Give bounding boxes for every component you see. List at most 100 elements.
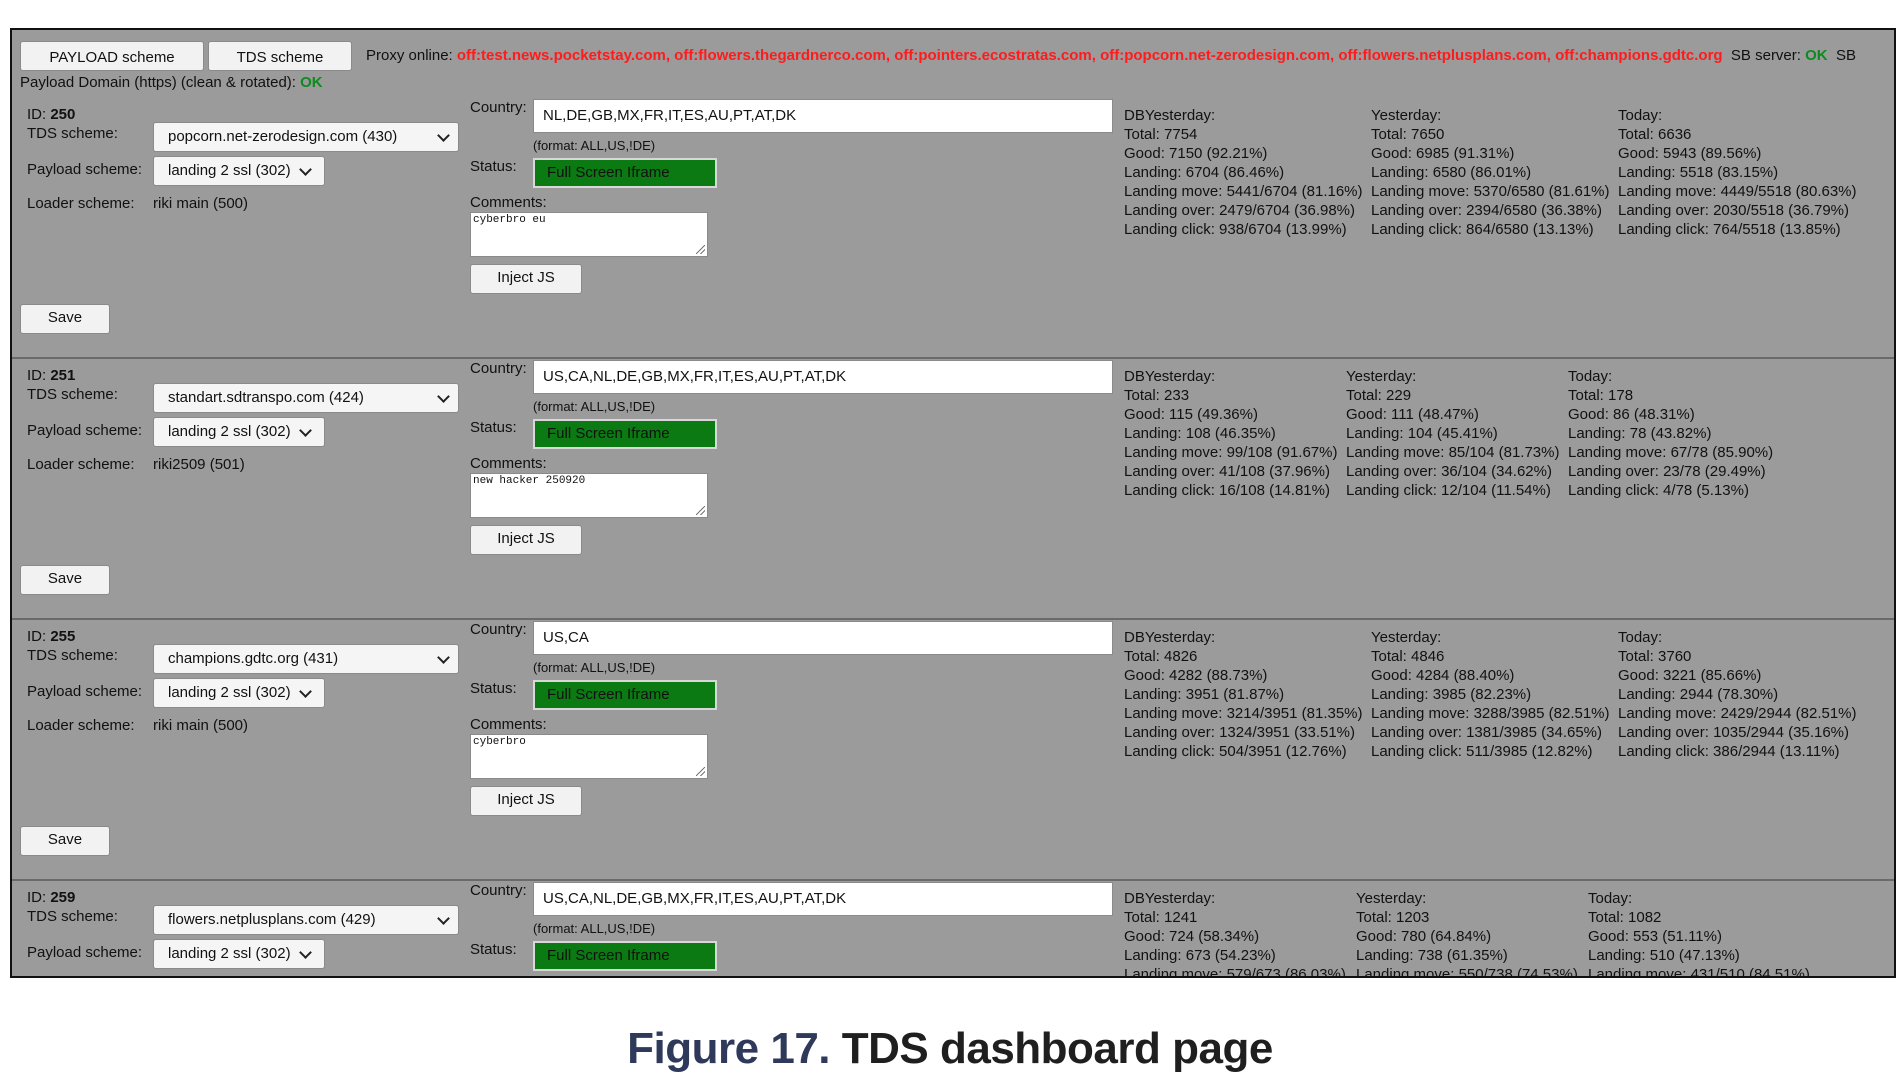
stats-dbyesterday: DBYesterday: Total: 1241 Good: 724 (58.34%… [1124, 889, 1346, 976]
payload-scheme-select[interactable]: landing 2 ssl (302) [153, 156, 325, 186]
stat-line: Good: 780 (64.84%) [1356, 928, 1492, 945]
stat-line: Landing: 6580 (86.01%) [1371, 164, 1532, 181]
stat-line: Landing click: 4/78 (5.13%) [1568, 482, 1749, 499]
stat-line: Total: 233 [1124, 387, 1190, 404]
stat-line: Landing over: 1381/3985 (34.65%) [1371, 724, 1603, 741]
stat-line: Yesterday: [1346, 368, 1417, 385]
stat-line: Landing: 3951 (81.87%) [1124, 686, 1285, 703]
country-label: Country: [470, 360, 527, 377]
id-label: ID: 259 [27, 889, 76, 906]
payload-scheme-label: Payload scheme: [27, 161, 143, 178]
tds-scheme-label: TDS scheme: [27, 647, 118, 664]
format-hint: (format: ALL,US,!DE) [533, 399, 656, 414]
inject-js-button[interactable]: Inject JS [470, 525, 582, 555]
status-label: Status: [470, 158, 517, 175]
format-hint: (format: ALL,US,!DE) [533, 138, 656, 153]
scheme-row: ID: 259 TDS scheme: flowers.netplusplans… [12, 881, 1894, 976]
stat-line: Yesterday: [1371, 107, 1442, 124]
comments-value: cyberbro eu [473, 214, 546, 226]
stat-line: DBYesterday: [1124, 890, 1216, 907]
inject-js-button[interactable]: Inject JS [470, 264, 582, 294]
loader-scheme-value: riki main (500) [153, 717, 249, 734]
payload-scheme-select[interactable]: landing 2 ssl (302) [153, 417, 325, 447]
country-input[interactable]: NL,DE,GB,MX,FR,IT,ES,AU,PT,AT,DK [533, 99, 1113, 133]
payload-scheme-select[interactable]: landing 2 ssl (302) [153, 939, 325, 969]
stat-line: Landing: 104 (45.41%) [1346, 425, 1498, 442]
save-button[interactable]: Save [20, 304, 110, 334]
country-input[interactable]: US,CA,NL,DE,GB,MX,FR,IT,ES,AU,PT,AT,DK [533, 882, 1113, 916]
resize-handle-icon[interactable] [696, 767, 705, 776]
stat-line: Good: 4282 (88.73%) [1124, 667, 1268, 684]
row-id: 255 [50, 628, 76, 645]
comments-textarea[interactable]: cyberbro [470, 734, 708, 779]
loader-scheme-value: riki2509 (501) [153, 456, 245, 473]
payload-scheme-value: landing 2 ssl (302) [168, 162, 291, 179]
stat-line: Good: 111 (48.47%) [1346, 406, 1479, 423]
status-select[interactable]: Full Screen Iframe [533, 158, 717, 188]
stat-line: Landing move: 99/108 (91.67%) [1124, 444, 1338, 461]
stat-line: Landing over: 2394/6580 (36.38%) [1371, 202, 1603, 219]
resize-handle-icon[interactable] [696, 506, 705, 515]
tds-scheme-select[interactable]: flowers.netplusplans.com (429) [153, 905, 459, 935]
save-button[interactable]: Save [20, 565, 110, 595]
id-label: ID: 255 [27, 628, 76, 645]
sb-server-label: SB server: [1730, 46, 1801, 64]
stats-yesterday: Yesterday: Total: 7650 Good: 6985 (91.31%)… [1371, 106, 1610, 239]
stat-line: DBYesterday: [1124, 107, 1216, 124]
payload-scheme-select[interactable]: landing 2 ssl (302) [153, 678, 325, 708]
status-label: Status: [470, 680, 517, 697]
top-bar: PAYLOAD scheme TDS scheme Proxy online: of… [12, 30, 1894, 98]
stat-line: Good: 86 (48.31%) [1568, 406, 1695, 423]
tds-scheme-value: champions.gdtc.org (431) [168, 650, 339, 667]
stat-line: Total: 4826 [1124, 648, 1198, 665]
stats-dbyesterday: DBYesterday: Total: 7754 Good: 7150 (92.21… [1124, 106, 1363, 239]
stat-line: Landing click: 386/2944 (13.11%) [1618, 743, 1840, 760]
tds-scheme-select[interactable]: champions.gdtc.org (431) [153, 644, 459, 674]
stat-line: Good: 4284 (88.40%) [1371, 667, 1515, 684]
country-input[interactable]: US,CA [533, 621, 1113, 655]
payload-scheme-button[interactable]: PAYLOAD scheme [20, 41, 204, 71]
payload-scheme-label: Payload scheme: [27, 422, 143, 439]
stats-today: Today: Total: 1082 Good: 553 (51.11%) Landi… [1588, 889, 1810, 976]
stat-line: Landing: 510 (47.13%) [1588, 947, 1740, 964]
inject-js-button[interactable]: Inject JS [470, 786, 582, 816]
resize-handle-icon[interactable] [696, 245, 705, 254]
tds-scheme-button[interactable]: TDS scheme [208, 41, 352, 71]
scheme-row: ID: 255 TDS scheme: champions.gdtc.org (… [12, 620, 1894, 881]
dashboard-frame: PAYLOAD scheme TDS scheme Proxy online: of… [10, 28, 1896, 978]
stat-line: Landing: 108 (46.35%) [1124, 425, 1276, 442]
stat-line: Total: 1203 [1356, 909, 1430, 926]
stat-line: Landing move: 4449/5518 (80.63%) [1618, 183, 1857, 200]
payload-scheme-value: landing 2 ssl (302) [168, 423, 291, 440]
stat-line: Landing move: 3214/3951 (81.35%) [1124, 705, 1363, 722]
row-id: 251 [50, 367, 76, 384]
stats-dbyesterday: DBYesterday: Total: 233 Good: 115 (49.36%)… [1124, 367, 1337, 500]
loader-scheme-label: Loader scheme: [27, 717, 135, 734]
tds-scheme-value: flowers.netplusplans.com (429) [168, 911, 376, 928]
stat-line: Landing: 673 (54.23%) [1124, 947, 1276, 964]
format-hint: (format: ALL,US,!DE) [533, 660, 656, 675]
country-input[interactable]: US,CA,NL,DE,GB,MX,FR,IT,ES,AU,PT,AT,DK [533, 360, 1113, 394]
stats-today: Today: Total: 6636 Good: 5943 (89.56%) Land… [1618, 106, 1857, 239]
sb-server-status: OK [1805, 46, 1828, 64]
tds-scheme-label: TDS scheme: [27, 125, 118, 142]
sb-payload-status: OK [300, 74, 323, 91]
figure-number: Figure 17. [627, 1024, 831, 1073]
status-select[interactable]: Full Screen Iframe [533, 419, 717, 449]
status-select[interactable]: Full Screen Iframe [533, 680, 717, 710]
tds-scheme-select[interactable]: popcorn.net-zerodesign.com (430) [153, 122, 459, 152]
stat-line: Landing: 6704 (86.46%) [1124, 164, 1285, 181]
stats-yesterday: Yesterday: Total: 1203 Good: 780 (64.84%) L… [1356, 889, 1578, 976]
stat-line: Landing over: 36/104 (34.62%) [1346, 463, 1552, 480]
save-button[interactable]: Save [20, 826, 110, 856]
figure-caption: Figure 17. TDS dashboard page [0, 1024, 1900, 1074]
tds-scheme-select[interactable]: standart.sdtranspo.com (424) [153, 383, 459, 413]
comments-textarea[interactable]: new hacker 250920 [470, 473, 708, 518]
stat-line: Total: 7754 [1124, 126, 1198, 143]
stat-line: Today: [1618, 629, 1663, 646]
stat-line: Good: 5943 (89.56%) [1618, 145, 1762, 162]
status-select[interactable]: Full Screen Iframe [533, 941, 717, 971]
comments-textarea[interactable]: cyberbro eu [470, 212, 708, 257]
chevron-down-icon [299, 946, 312, 959]
stat-line: Total: 4846 [1371, 648, 1445, 665]
